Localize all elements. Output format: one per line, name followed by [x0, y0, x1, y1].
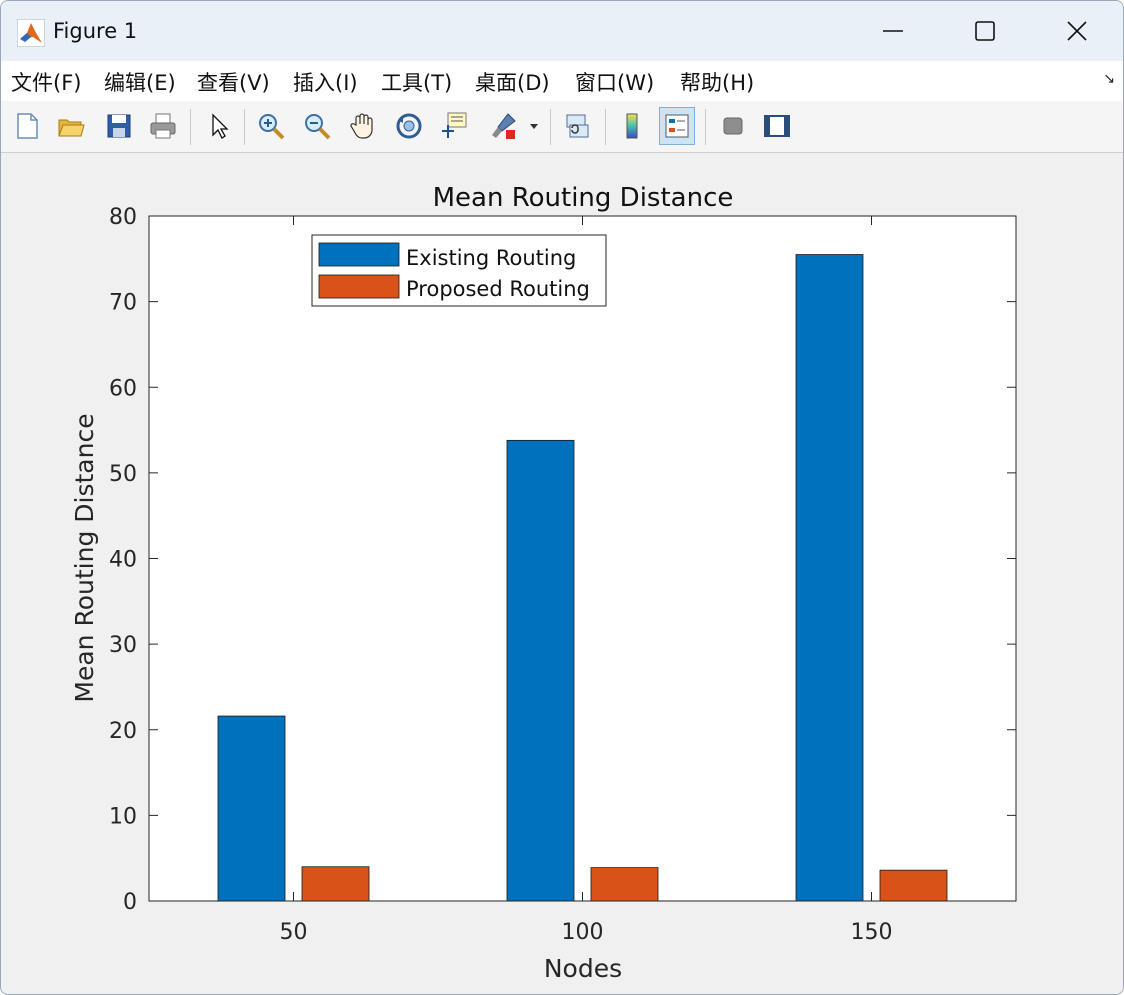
- menu-tools[interactable]: 工具(T): [381, 67, 452, 97]
- menu-help[interactable]: 帮助(H): [680, 67, 754, 97]
- y-tick-label: 30: [109, 633, 137, 658]
- toolbar-separator: [190, 109, 191, 145]
- y-tick-label: 40: [109, 548, 137, 573]
- brush-dropdown-icon[interactable]: [525, 107, 543, 145]
- y-tick-label: 0: [123, 890, 137, 915]
- y-tick-label: 20: [109, 719, 137, 744]
- menu-desktop[interactable]: 桌面(D): [475, 67, 550, 97]
- menu-edit[interactable]: 编辑(E): [104, 67, 176, 97]
- maximize-icon: [975, 21, 995, 41]
- pan-hand-icon[interactable]: [345, 107, 381, 145]
- y-tick-label: 50: [109, 462, 137, 487]
- x-axis-label: Nodes: [544, 954, 622, 983]
- legend[interactable]: Existing Routing Proposed Routing: [311, 234, 607, 307]
- open-file-icon[interactable]: [53, 107, 89, 145]
- y-tick-label: 60: [109, 376, 137, 401]
- x-tick-label: 150: [851, 920, 893, 945]
- toolbar-separator: [605, 109, 606, 145]
- print-icon[interactable]: [145, 107, 181, 145]
- toolbar-separator: [705, 109, 706, 145]
- bar-proposed-150[interactable]: [879, 869, 948, 902]
- window-title: Figure 1: [53, 19, 138, 43]
- save-icon[interactable]: [101, 107, 137, 145]
- new-figure-icon[interactable]: [9, 107, 45, 145]
- maximize-button[interactable]: [939, 1, 1031, 61]
- x-tick-label: 100: [562, 920, 604, 945]
- title-bar[interactable]: Figure 1: [1, 1, 1123, 61]
- toolbar-separator: [244, 109, 245, 145]
- y-axis-label: Mean Routing Distance: [70, 413, 99, 702]
- bar-chart[interactable]: 0 10 20 30 40 50 60 70 80 50 100 150 Mean Routing …: [1, 153, 1123, 994]
- colorbar-icon[interactable]: [614, 107, 650, 145]
- y-tick-label: 80: [109, 205, 137, 230]
- menu-view[interactable]: 查看(V): [197, 67, 270, 97]
- link-plot-icon[interactable]: [559, 107, 595, 145]
- toolbar-separator: [550, 109, 551, 145]
- figure-window: Figure 1 文件(F) 编辑(E) 查看(V) 插入(I) 工具(T) 桌…: [0, 0, 1124, 995]
- bar-proposed-100[interactable]: [590, 867, 659, 902]
- bar-existing-150[interactable]: [795, 254, 864, 902]
- rotate-3d-icon[interactable]: [391, 107, 427, 145]
- menu-bar: 文件(F) 编辑(E) 查看(V) 插入(I) 工具(T) 桌面(D) 窗口(W…: [1, 61, 1123, 101]
- data-cursor-icon[interactable]: [437, 107, 473, 145]
- menu-file[interactable]: 文件(F): [11, 67, 81, 97]
- zoom-out-icon[interactable]: [299, 107, 335, 145]
- figure-toolbar: [1, 101, 1123, 153]
- legend-icon[interactable]: [659, 107, 695, 145]
- bar-existing-50[interactable]: [217, 715, 286, 902]
- y-tick-label: 10: [109, 804, 137, 829]
- matlab-logo-icon: [17, 19, 45, 47]
- chart-title: Mean Routing Distance: [433, 183, 734, 213]
- legend-label-proposed: Proposed Routing: [406, 277, 590, 301]
- menu-window[interactable]: 窗口(W): [575, 67, 654, 97]
- menu-insert[interactable]: 插入(I): [293, 67, 358, 97]
- bar-proposed-50[interactable]: [301, 866, 370, 902]
- legend-label-existing: Existing Routing: [406, 246, 576, 270]
- legend-swatch-existing: [318, 242, 400, 267]
- hide-plot-tools-icon[interactable]: [715, 107, 751, 145]
- figure-canvas: 0 10 20 30 40 50 60 70 80 50 100 150 Mean Routing …: [1, 153, 1123, 994]
- close-button[interactable]: [1031, 1, 1123, 61]
- x-tick-label: 50: [280, 920, 308, 945]
- select-arrow-icon[interactable]: [201, 107, 237, 145]
- y-tick-label: 70: [109, 291, 137, 316]
- zoom-in-icon[interactable]: [253, 107, 289, 145]
- brush-icon[interactable]: [485, 107, 521, 145]
- minimize-button[interactable]: [847, 1, 939, 61]
- dock-arrow-icon[interactable]: ↘: [1103, 71, 1115, 87]
- legend-swatch-proposed: [318, 274, 400, 299]
- show-plot-tools-icon[interactable]: [759, 107, 795, 145]
- close-icon: [1067, 21, 1087, 41]
- bar-existing-100[interactable]: [506, 439, 575, 902]
- minimize-icon: [883, 30, 903, 32]
